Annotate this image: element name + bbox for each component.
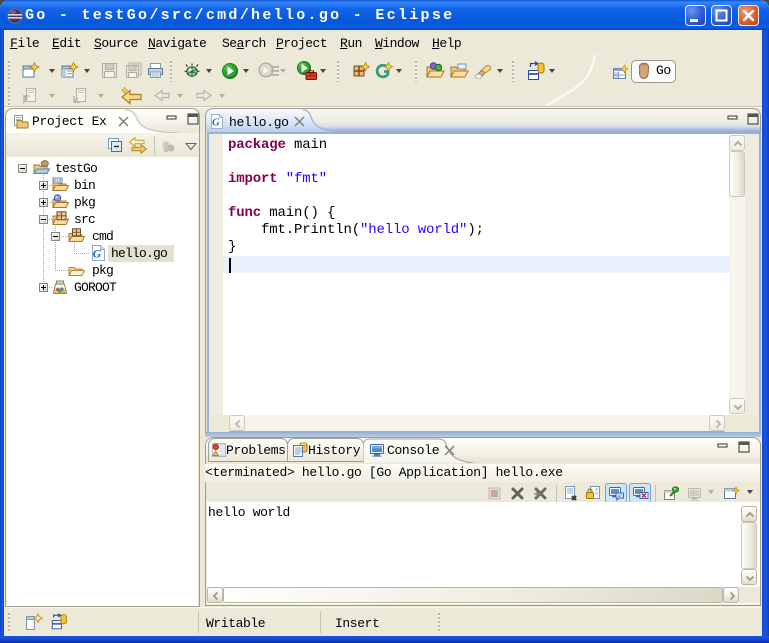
- svg-text:010: 010: [54, 178, 62, 183]
- svg-text:G: G: [93, 247, 102, 261]
- svg-text:G: G: [212, 118, 220, 129]
